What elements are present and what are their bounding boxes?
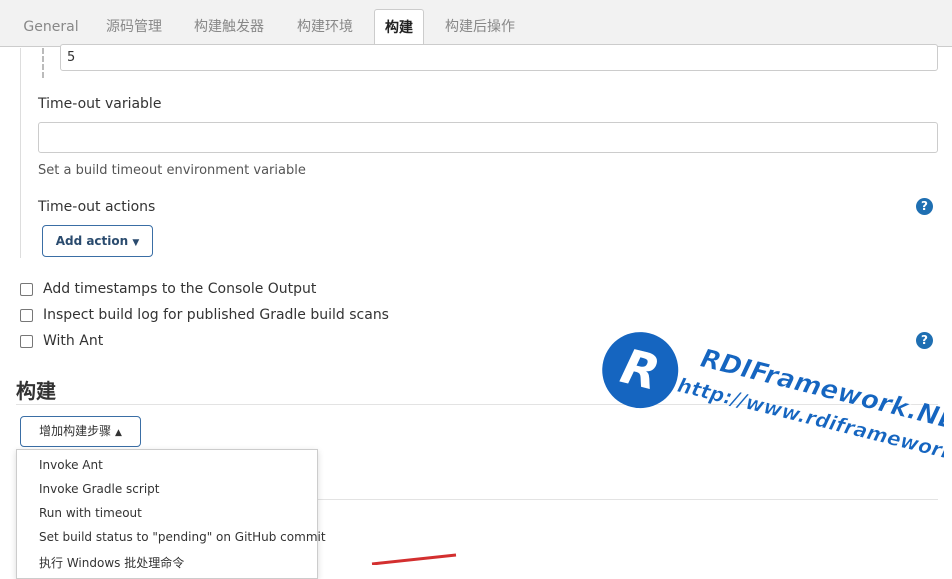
dashed-guide-line bbox=[42, 48, 44, 78]
build-step-dropdown: Invoke Ant Invoke Gradle script Run with… bbox=[16, 449, 326, 579]
menu-item-github-pending[interactable]: Set build status to "pending" on GitHub … bbox=[39, 530, 326, 544]
add-action-button[interactable]: Add action ▼ bbox=[42, 225, 153, 257]
add-action-label: Add action bbox=[55, 234, 129, 248]
caret-down-icon: ▼ bbox=[132, 238, 140, 248]
menu-item-invoke-gradle[interactable]: Invoke Gradle script bbox=[39, 482, 159, 496]
build-section-title: 构建 bbox=[16, 379, 56, 403]
red-arrow-annotation bbox=[371, 553, 457, 565]
timeout-value-field[interactable] bbox=[60, 44, 938, 71]
checkbox[interactable] bbox=[20, 335, 33, 348]
tab-post-build-actions[interactable]: 构建后操作 bbox=[432, 9, 528, 46]
timeout-variable-label: Time-out variable bbox=[38, 96, 162, 112]
checkbox[interactable] bbox=[20, 309, 33, 322]
timeout-actions-label: Time-out actions bbox=[38, 199, 156, 215]
checkbox-label: Add timestamps to the Console Output bbox=[43, 281, 317, 297]
timeout-variable-input[interactable] bbox=[38, 122, 938, 153]
menu-item-invoke-ant[interactable]: Invoke Ant bbox=[39, 458, 103, 472]
timeout-variable-help: Set a build timeout environment variable bbox=[38, 163, 306, 178]
checkbox-label: Inspect build log for published Gradle b… bbox=[43, 307, 389, 323]
add-build-step-button[interactable]: 增加构建步骤 ▲ bbox=[20, 416, 141, 447]
checkbox-label: With Ant bbox=[43, 333, 104, 349]
checkbox[interactable] bbox=[20, 283, 33, 296]
nesting-guide-line bbox=[20, 48, 21, 258]
tab-bar: General 源码管理 构建触发器 构建环境 构建 构建后操作 bbox=[0, 0, 952, 47]
tab-build-triggers[interactable]: 构建触发器 bbox=[180, 9, 278, 46]
tab-build-environment[interactable]: 构建环境 bbox=[284, 9, 366, 46]
caret-up-icon: ▲ bbox=[114, 428, 122, 438]
tab-general[interactable]: General bbox=[14, 9, 88, 46]
menu-item-run-with-timeout[interactable]: Run with timeout bbox=[39, 506, 142, 520]
menu-item-windows-batch[interactable]: 执行 Windows 批处理命令 bbox=[39, 554, 184, 571]
tab-source-control[interactable]: 源码管理 bbox=[94, 9, 174, 46]
watermark-logo: R RDIFramework.NET http://www.rdiframewo… bbox=[602, 332, 944, 476]
add-build-step-label: 增加构建步骤 bbox=[39, 424, 112, 438]
tab-build[interactable]: 构建 bbox=[374, 9, 424, 46]
help-icon[interactable]: ? bbox=[916, 198, 933, 215]
